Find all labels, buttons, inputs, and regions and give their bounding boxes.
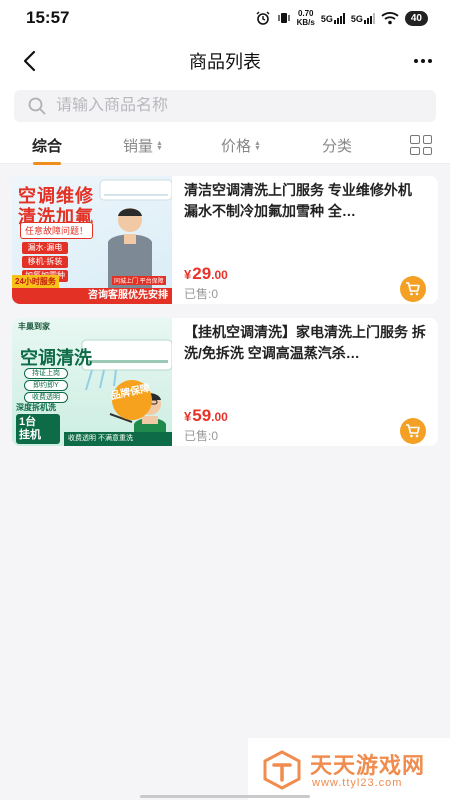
badge-text: 24小时服务 (15, 277, 56, 286)
price-integer: 29 (192, 264, 212, 283)
thumb-tag: 任意故障问题！ (20, 222, 94, 239)
product-price: ¥ 29 .00 (184, 264, 228, 284)
alarm-icon (256, 11, 270, 25)
tab-active-underline (33, 162, 61, 165)
tab-label: 分类 (322, 138, 353, 155)
thumb-headline: 空调清洗 (20, 348, 92, 368)
status-time: 15:57 (26, 8, 70, 27)
tab-comprehensive[interactable]: 综合 (32, 135, 63, 165)
product-card[interactable]: 丰巢到家 空调清洗 持证上岗 即约即Y 收费透明 深度拆机洗 1台 挂机 品牌保… (12, 318, 438, 446)
product-card[interactable]: 空调维修 清洗加氟 任意故障问题！ 漏水·漏电 移机·拆装 加氟加雪种 24小时… (12, 176, 438, 304)
thumb-pill: 即约即Y (24, 380, 68, 391)
thumb-chip: 移机·拆装 (22, 256, 68, 268)
tab-category[interactable]: 分类 (322, 135, 352, 156)
sim2-label: 5G (350, 13, 363, 24)
thumb-mini-label: 同城上门 平台保障 (112, 276, 166, 285)
watermark-url: www.ttyl23.com (312, 777, 403, 789)
signal-1-icon: 5G (320, 12, 345, 24)
more-button[interactable] (410, 48, 436, 74)
search-box[interactable] (14, 90, 436, 122)
thumb-unit-label: 1台 挂机 (16, 414, 60, 444)
sold-count: 已售:0 (184, 429, 219, 443)
site-watermark: 天天游戏网 www.ttyl23.com (248, 738, 450, 800)
price-symbol: ¥ (184, 267, 192, 282)
signal-2-icon: 5G (350, 12, 375, 24)
grid-view-icon[interactable] (410, 135, 432, 155)
product-thumbnail[interactable]: 丰巢到家 空调清洗 持证上岗 即约即Y 收费透明 深度拆机洗 1台 挂机 品牌保… (12, 318, 172, 446)
watermark-name: 天天游戏网 (310, 753, 426, 778)
grid-cell (422, 146, 432, 155)
add-to-cart-button[interactable] (400, 276, 426, 302)
sold-count: 已售:0 (184, 287, 219, 301)
product-thumbnail[interactable]: 空调维修 清洗加氟 任意故障问题！ 漏水·漏电 移机·拆装 加氟加雪种 24小时… (12, 176, 172, 304)
status-bar: 15:57 0.70 KB/s 5G 5G 40 (0, 0, 450, 36)
search-bar-container (0, 86, 450, 126)
vibrate-icon (278, 13, 290, 23)
status-icons: 0.70 KB/s 5G 5G 40 (255, 9, 428, 27)
price-symbol: ¥ (184, 409, 192, 424)
nav-header: 商品列表 (0, 36, 450, 86)
add-to-cart-button[interactable] (400, 418, 426, 444)
more-dot (421, 59, 425, 63)
product-title[interactable]: 【挂机空调清洗】家电清洗上门服务 拆洗/免拆洗 空调高温蒸汽杀… (184, 322, 426, 364)
net-speed-unit: KB/s (296, 18, 315, 27)
thumb-bottom-strip: 收费透明 不满意重洗 (64, 432, 172, 446)
more-dots-icon (414, 59, 418, 63)
grid-cell (410, 146, 420, 155)
wifi-icon (381, 12, 399, 25)
battery-indicator: 40 (404, 10, 428, 26)
product-price: ¥ 59 .00 (184, 406, 228, 426)
price-decimal: .00 (211, 268, 228, 282)
watermark-logo-icon (263, 750, 301, 790)
net-speed-value: 0.70 (297, 9, 314, 18)
net-speed: 0.70 KB/s (297, 9, 315, 27)
search-icon (28, 97, 46, 115)
price-decimal: .00 (211, 410, 228, 424)
thumb-brand: 丰巢到家 (18, 322, 50, 331)
thumb-badge-24h: 24小时服务 (12, 275, 59, 288)
thumb-chip: 漏水·漏电 (22, 242, 68, 254)
product-info: 【挂机空调清洗】家电清洗上门服务 拆洗/免拆洗 空调高温蒸汽杀… ¥ 59 .0… (184, 322, 426, 446)
price-integer: 59 (192, 406, 212, 425)
cart-icon (406, 282, 420, 296)
thumb-bottom-strip: 咨询客服优先安排 (12, 288, 172, 304)
sort-arrows-icon: ▲ ▼ (254, 139, 261, 152)
home-indicator[interactable] (140, 795, 310, 798)
tab-label: 销量 (123, 138, 154, 155)
grid-cell (422, 135, 432, 144)
sort-arrows-icon: ▲ ▼ (156, 139, 163, 152)
sim1-label: 5G (320, 13, 333, 24)
product-title[interactable]: 清洁空调清洗上门服务 专业维修外机 漏水不制冷加氟加雪种 全… (184, 180, 426, 222)
tab-price[interactable]: 价格 ▲ ▼ (221, 135, 261, 156)
tab-label: 价格 (221, 138, 252, 155)
filter-tabs: 综合 销量 ▲ ▼ 价格 ▲ ▼ 分类 (0, 126, 450, 165)
page-title: 商品列表 (189, 52, 261, 72)
search-input[interactable] (56, 97, 396, 115)
grid-cell (410, 135, 420, 144)
more-dot (428, 59, 432, 63)
thumb-deep-label: 深度拆机洗 (16, 403, 56, 412)
tab-label: 综合 (32, 138, 63, 155)
tab-sales[interactable]: 销量 ▲ ▼ (123, 135, 163, 156)
product-info: 清洁空调清洗上门服务 专业维修外机 漏水不制冷加氟加雪种 全… ¥ 29 .00… (184, 180, 426, 304)
cart-icon (406, 424, 420, 438)
thumb-pill: 持证上岗 (24, 368, 68, 379)
